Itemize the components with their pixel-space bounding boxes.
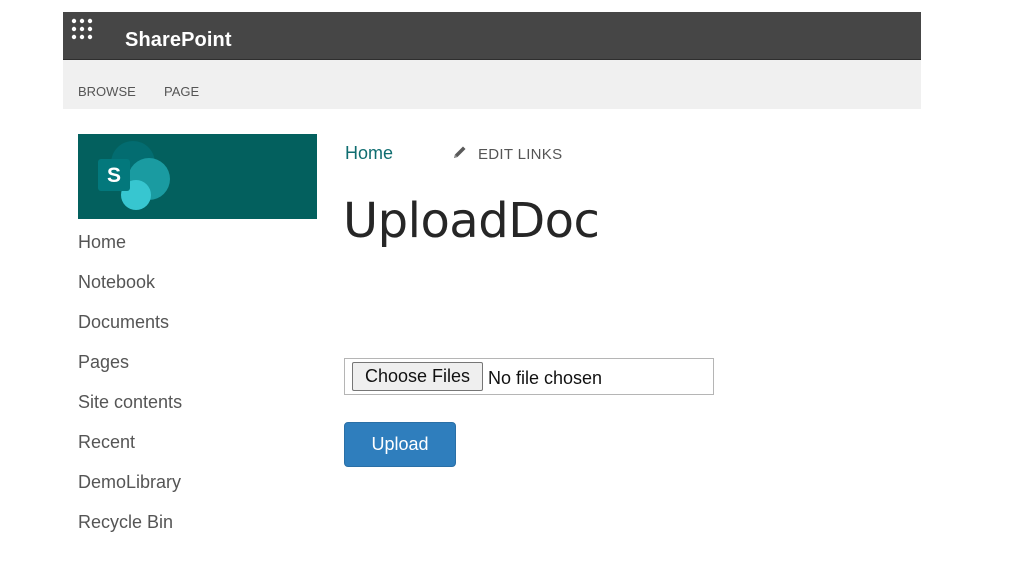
nav-item-demolibrary[interactable]: DemoLibrary xyxy=(78,470,308,510)
file-status-text: No file chosen xyxy=(488,368,603,388)
nav-item-home[interactable]: Home xyxy=(78,230,308,270)
nav-item-recycle-bin[interactable]: Recycle Bin xyxy=(78,510,308,550)
edit-links-label: EDIT LINKS xyxy=(478,145,563,163)
nav-item-pages[interactable]: Pages xyxy=(78,350,308,390)
quick-launch: Home Notebook Documents Pages Site conte… xyxy=(78,230,308,550)
choose-files-button[interactable]: Choose Files xyxy=(352,362,483,391)
upload-button[interactable]: Upload xyxy=(344,422,456,467)
nav-item-documents[interactable]: Documents xyxy=(78,310,308,350)
site-logo[interactable]: S xyxy=(78,134,317,219)
ribbon-bar: BROWSE PAGE xyxy=(63,60,921,109)
tab-browse[interactable]: BROWSE xyxy=(78,84,136,99)
nav-item-notebook[interactable]: Notebook xyxy=(78,270,308,310)
logo-letter: S xyxy=(107,164,121,187)
sharepoint-logo-icon: S xyxy=(98,141,170,210)
suite-bar: SharePoint xyxy=(63,12,921,60)
pencil-icon xyxy=(452,144,468,165)
topnav-home-link[interactable]: Home xyxy=(345,143,393,164)
page-title: UploadDoc xyxy=(343,193,600,249)
nav-item-site-contents[interactable]: Site contents xyxy=(78,390,308,430)
app-title[interactable]: SharePoint xyxy=(125,29,232,52)
app-launcher-icon[interactable] xyxy=(71,18,93,40)
nav-item-recent[interactable]: Recent xyxy=(78,430,308,470)
tab-page[interactable]: PAGE xyxy=(164,84,199,99)
edit-links-button[interactable]: EDIT LINKS xyxy=(452,144,562,164)
file-upload-input[interactable]: Choose Files No file chosen xyxy=(344,358,714,395)
